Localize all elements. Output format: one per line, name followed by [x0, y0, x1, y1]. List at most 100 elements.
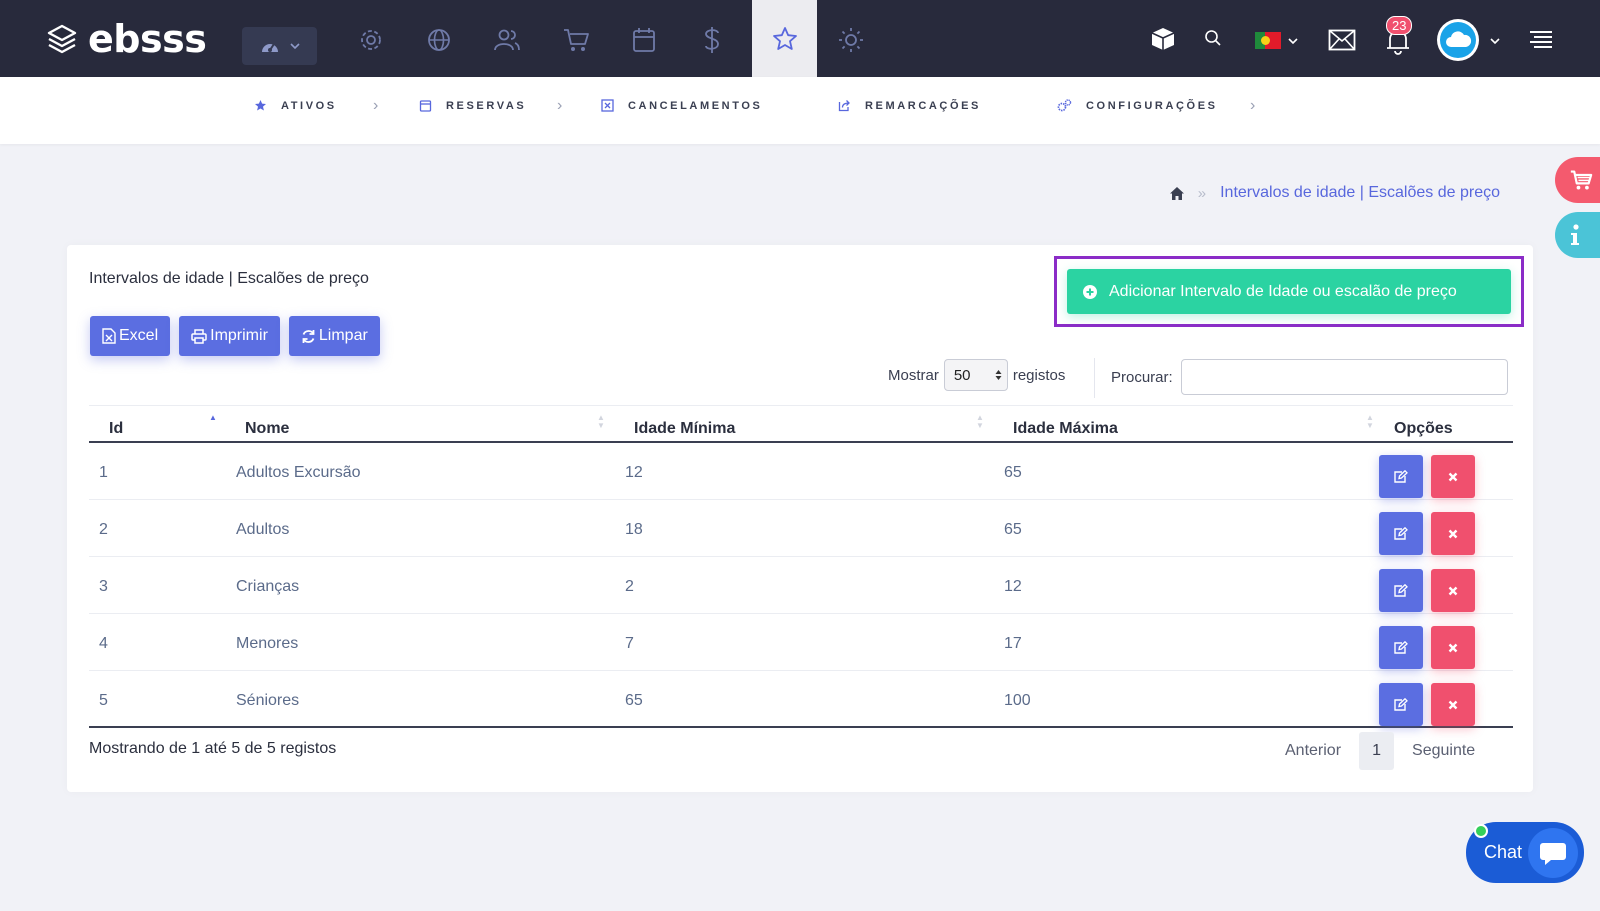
- share-icon: [838, 100, 850, 112]
- cell-min-age: 2: [625, 578, 634, 595]
- cart-nav[interactable]: [561, 25, 591, 55]
- show-suffix: registos: [1012, 366, 1066, 384]
- print-button[interactable]: Imprimir: [179, 316, 280, 356]
- print-label: Imprimir: [210, 327, 268, 344]
- settings-nav[interactable]: [356, 25, 386, 55]
- dashboard-dropdown[interactable]: [242, 27, 317, 65]
- search-control: Procurar:: [1111, 359, 1508, 395]
- page-length-control: Mostrar 50 registos: [888, 359, 1065, 391]
- chevron-down-icon: [1288, 38, 1298, 45]
- edit-button[interactable]: [1379, 569, 1423, 612]
- column-header-id[interactable]: Id: [109, 420, 123, 438]
- edit-icon: [1394, 584, 1408, 597]
- brand-logo[interactable]: ebsss: [46, 17, 207, 61]
- edit-button[interactable]: [1379, 626, 1423, 669]
- messages-button[interactable]: [1327, 26, 1357, 54]
- column-header-min-age[interactable]: Idade Mínima: [634, 420, 735, 438]
- globe-nav[interactable]: [424, 25, 454, 55]
- column-header-options: Opções: [1394, 420, 1453, 437]
- page-number-button[interactable]: 1: [1359, 732, 1395, 770]
- card-title: Intervalos de idade | Escalões de preço: [89, 270, 369, 287]
- subnav-item-ativos[interactable]: ATIVOS: [254, 99, 337, 112]
- floating-info-button[interactable]: [1555, 212, 1600, 258]
- plus-circle-icon: [1083, 284, 1097, 299]
- cell-id: 3: [99, 578, 108, 595]
- menu-icon: [1530, 31, 1552, 48]
- delete-button[interactable]: [1431, 512, 1475, 555]
- close-icon: [1448, 700, 1458, 709]
- page-length-value: 50: [953, 366, 971, 384]
- subnav-item-reservas[interactable]: RESERVAS: [419, 99, 526, 112]
- cell-min-age: 7: [625, 635, 634, 652]
- edit-button[interactable]: [1379, 512, 1423, 555]
- column-header-name[interactable]: Nome: [245, 420, 289, 438]
- pagination: Anterior 1 Seguinte: [1285, 732, 1475, 770]
- chat-widget[interactable]: Chat: [1466, 822, 1584, 883]
- add-button-highlight: Adicionar Intervalo de Idade ou escalão …: [1054, 256, 1524, 327]
- clear-button[interactable]: Limpar: [288, 316, 380, 356]
- file-excel-icon: [102, 328, 116, 344]
- subnav-item-configuracoes[interactable]: CONFIGURAÇÕES: [1057, 99, 1218, 113]
- user-dropdown[interactable]: [1489, 36, 1501, 46]
- search-button[interactable]: [1202, 27, 1224, 49]
- breadcrumb: » Intervalos de idade | Escalões de preç…: [1169, 184, 1500, 202]
- chevron-right-icon: ›: [373, 97, 379, 114]
- search-input[interactable]: [1180, 359, 1508, 395]
- next-page-button[interactable]: Seguinte: [1412, 742, 1475, 760]
- column-header-max-age[interactable]: Idade Máxima: [1013, 420, 1118, 438]
- sub-navbar: ATIVOS › RESERVAS › CANCELAMENTOS REMARC…: [0, 77, 1600, 144]
- dashboard-icon: [261, 43, 278, 52]
- language-flag[interactable]: [1255, 32, 1281, 49]
- online-indicator: [1474, 824, 1488, 838]
- users-nav[interactable]: [492, 25, 522, 55]
- finance-nav[interactable]: [697, 25, 727, 55]
- home-icon[interactable]: [1169, 186, 1184, 200]
- cell-id: 4: [99, 635, 108, 652]
- search-icon: [1205, 30, 1221, 46]
- delete-button[interactable]: [1431, 455, 1475, 498]
- top-navbar: ebsss 23: [0, 0, 1600, 77]
- theme-nav[interactable]: [836, 25, 866, 55]
- delete-button[interactable]: [1431, 683, 1475, 726]
- menu-toggle[interactable]: [1528, 28, 1554, 50]
- cloud-icon: [1446, 31, 1472, 47]
- cell-name: Menores: [236, 635, 299, 652]
- subnav-label: RESERVAS: [446, 99, 527, 112]
- language-dropdown[interactable]: [1287, 36, 1299, 46]
- excel-button[interactable]: Excel: [90, 316, 171, 356]
- user-avatar[interactable]: [1437, 19, 1479, 61]
- prev-page-button[interactable]: Anterior: [1285, 742, 1341, 760]
- cell-max-age: 65: [1004, 521, 1022, 538]
- info-icon: [1571, 224, 1579, 245]
- star-icon: [772, 26, 797, 50]
- assets-nav-active[interactable]: [752, 0, 817, 77]
- users-icon: [494, 29, 520, 51]
- edit-icon: [1394, 641, 1408, 654]
- subnav-label: CONFIGURAÇÕES: [1086, 100, 1218, 112]
- table-info: Mostrando de 1 até 5 de 5 registos: [89, 740, 337, 757]
- apps-button[interactable]: [1148, 24, 1178, 54]
- gear-icon: [361, 30, 381, 50]
- clear-label: Limpar: [318, 327, 368, 344]
- subnav-item-remarcacoes[interactable]: REMARCAÇÕES: [838, 99, 981, 112]
- subnav-item-cancelamentos[interactable]: CANCELAMENTOS: [601, 99, 762, 112]
- sun-icon: [839, 28, 863, 52]
- page-length-select[interactable]: 50: [943, 359, 1008, 391]
- notification-badge: 23: [1386, 16, 1413, 35]
- delete-button[interactable]: [1431, 626, 1475, 669]
- add-age-range-button[interactable]: Adicionar Intervalo de Idade ou escalão …: [1067, 269, 1511, 314]
- sort-indicator: ▲: [209, 413, 217, 422]
- star-icon: [255, 100, 266, 111]
- excel-label: Excel: [119, 327, 159, 344]
- cell-name: Adultos Excursão: [236, 464, 361, 481]
- edit-button[interactable]: [1379, 455, 1423, 498]
- edit-button[interactable]: [1379, 683, 1423, 726]
- breadcrumb-current[interactable]: Intervalos de idade | Escalões de preço: [1220, 184, 1500, 202]
- calendar-nav[interactable]: [629, 25, 659, 55]
- close-icon: [1448, 643, 1458, 652]
- subnav-label: REMARCAÇÕES: [865, 99, 981, 112]
- delete-button[interactable]: [1431, 569, 1475, 612]
- cell-max-age: 17: [1004, 635, 1022, 652]
- floating-cart-button[interactable]: [1555, 157, 1600, 203]
- chevron-down-icon: [1490, 38, 1500, 45]
